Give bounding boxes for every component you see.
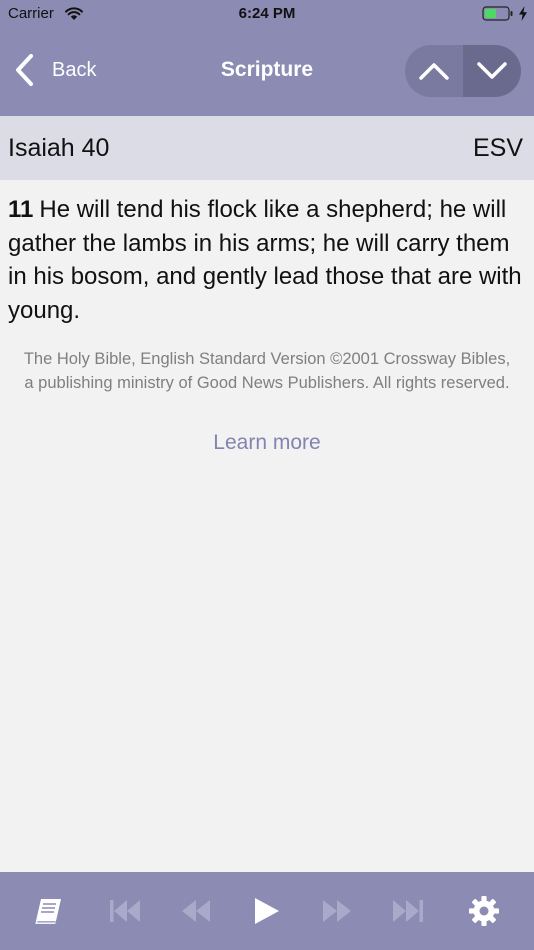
scripture-screen: Carrier 6:24 PM Back Scripture Isaiah 40… [0,0,534,950]
skip-to-start-icon [110,900,140,922]
passage-header: Isaiah 40 ESV [0,116,534,180]
chevron-down-icon [477,62,507,79]
audio-toolbar [0,872,534,950]
verse-number: 11 [8,196,34,223]
gear-icon [469,896,499,926]
passage-reference: Isaiah 40 [8,134,110,162]
previous-verse-button[interactable] [405,45,463,97]
verse-navigation-control [405,45,521,97]
fast-forward-icon [323,900,351,922]
play-icon [255,898,279,924]
battery-icon [482,6,513,21]
skip-to-end-button[interactable] [390,894,426,928]
status-bar: Carrier 6:24 PM [0,0,534,28]
learn-more-link[interactable]: Learn more [0,431,534,455]
chevron-up-icon [419,63,449,80]
rewind-button[interactable] [178,894,214,928]
verse-text: He will tend his flock like a shepherd; … [8,196,522,324]
fast-forward-button[interactable] [319,894,355,928]
skip-to-start-button[interactable] [107,894,143,928]
book-icon [35,899,61,924]
bible-book-button[interactable] [32,894,68,928]
verse-text-block: 11 He will tend his flock like a shepherd… [8,193,523,327]
skip-to-end-icon [393,900,423,922]
play-button[interactable] [248,894,284,928]
copyright-notice: The Holy Bible, English Standard Version… [23,350,511,392]
top-chrome: Carrier 6:24 PM Back Scripture [0,0,534,116]
charging-bolt-icon [519,6,527,21]
navigation-bar: Back Scripture [0,28,534,116]
next-verse-button[interactable] [463,45,521,97]
rewind-icon [182,900,210,922]
settings-button[interactable] [466,894,502,928]
bible-version-label: ESV [472,134,523,162]
status-time: 6:24 PM [238,5,296,22]
